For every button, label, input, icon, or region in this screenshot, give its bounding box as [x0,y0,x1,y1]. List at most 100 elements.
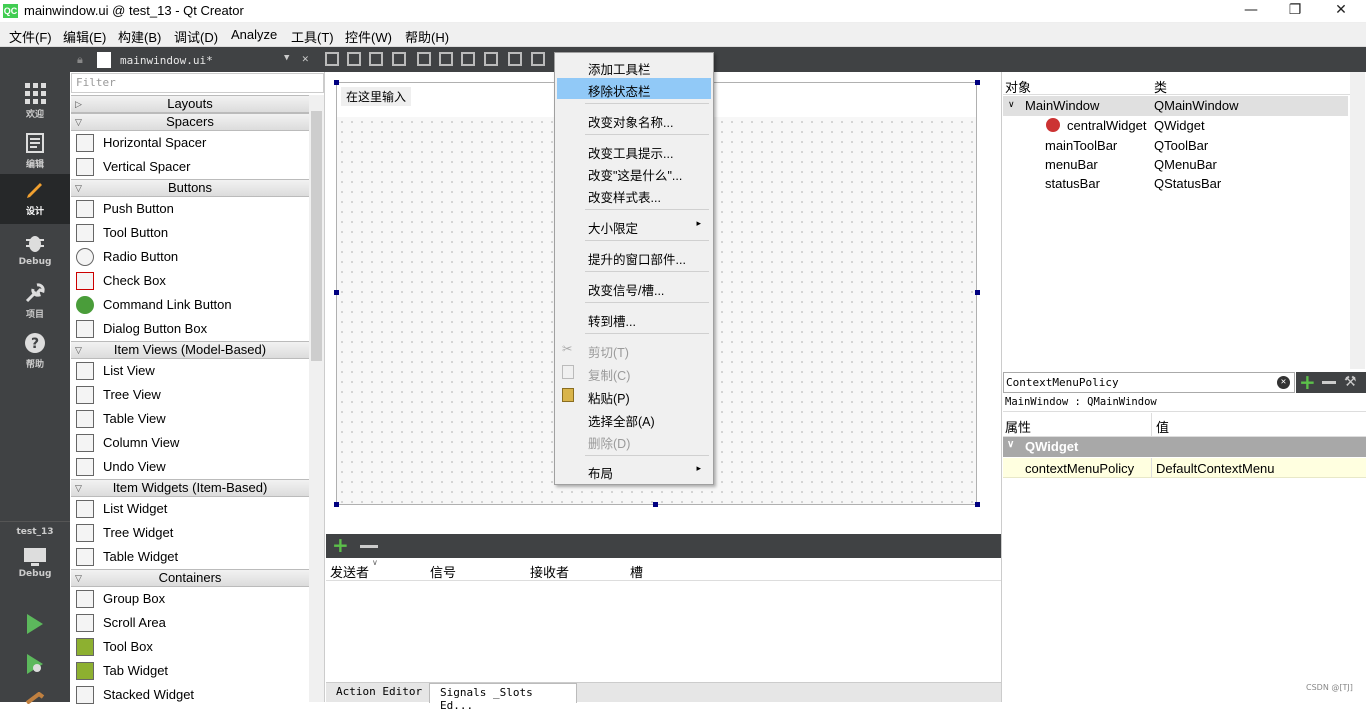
remove-dynamic-property-icon[interactable] [1322,381,1336,384]
object-row-centralwidget[interactable]: centralWidget QWidget [1003,116,1348,136]
category-layouts[interactable]: ▷ Layouts [71,95,309,113]
menu-item-layout[interactable]: 布局 ▸ [557,460,711,481]
menu-item-size-constraints[interactable]: 大小限定 ▸ [557,215,711,236]
property-section-qwidget[interactable]: ∨ QWidget [1003,437,1366,457]
minimize-button[interactable]: — [1240,2,1262,18]
widget-box-scrollbar[interactable] [309,95,324,702]
edit-buddies-icon[interactable] [369,52,383,66]
chevron-down-icon[interactable]: ▼ [284,53,289,63]
property-filter-input[interactable]: ContextMenuPolicy ✕ [1003,372,1295,393]
widget-item-tool-box[interactable]: Tool Box [71,635,309,659]
menu-item-go-to-slot[interactable]: 转到槽... [557,308,711,329]
widget-item-command-link-button[interactable]: Command Link Button [71,293,309,317]
debug-run-button[interactable] [0,647,70,687]
object-row-statusbar[interactable]: statusBar QStatusBar [1003,174,1348,194]
menu-file[interactable]: 文件(F) [9,27,52,46]
header-object[interactable]: 对象 [1005,77,1031,96]
layout-h-splitter-icon[interactable] [461,52,475,66]
clear-filter-icon[interactable]: ✕ [1277,376,1290,389]
menu-item-promoted-widgets[interactable]: 提升的窗口部件... [557,246,711,267]
category-item-widgets[interactable]: ▽ Item Widgets (Item-Based) [71,479,309,497]
menu-build[interactable]: 构建(B) [118,27,161,46]
edit-widgets-icon[interactable] [325,52,339,66]
widget-item-horizontal-spacer[interactable]: Horizontal Spacer [71,131,309,155]
widget-item-column-view[interactable]: Column View [71,431,309,455]
object-inspector-scrollbar[interactable] [1350,72,1365,369]
remove-connection-icon[interactable] [360,545,378,548]
category-buttons[interactable]: ▽ Buttons [71,179,309,197]
header-property[interactable]: 属性 [1005,417,1031,436]
menu-item-add-toolbar[interactable]: 添加工具栏 [557,56,711,77]
resize-handle[interactable] [975,290,980,295]
layout-form-icon[interactable] [508,52,522,66]
add-dynamic-property-icon[interactable]: + [1299,370,1316,394]
menu-item-paste[interactable]: 粘贴(P) [557,385,711,406]
category-containers[interactable]: ▽ Containers [71,569,309,587]
menu-edit[interactable]: 编辑(E) [63,27,106,46]
menu-controls[interactable]: 控件(W) [345,27,392,46]
widget-item-radio-button[interactable]: Radio Button [71,245,309,269]
menu-item-copy[interactable]: 复制(C) [557,362,711,383]
menu-debug[interactable]: 调试(D) [174,27,218,46]
resize-handle[interactable] [334,502,339,507]
menu-item-change-stylesheet[interactable]: 改变样式表... [557,184,711,205]
wrench-icon[interactable]: ⚒ [1344,374,1357,390]
expand-arrow-icon[interactable]: ∨ [1008,99,1015,110]
widget-item-dialog-button-box[interactable]: Dialog Button Box [71,317,309,341]
menu-item-remove-statusbar[interactable]: 移除状态栏 [557,78,711,99]
menu-item-change-signals-slots[interactable]: 改变信号/槽... [557,277,711,298]
property-value[interactable]: DefaultContextMenu [1156,461,1275,476]
build-button[interactable] [0,687,70,727]
widget-item-scroll-area[interactable]: Scroll Area [71,611,309,635]
mode-welcome[interactable]: 欢迎 [0,77,70,127]
widget-item-tree-view[interactable]: Tree View [71,383,309,407]
category-spacers[interactable]: ▽ Spacers [71,113,309,131]
menu-analyze[interactable]: Analyze [231,27,277,42]
restore-button[interactable]: ❐ [1284,2,1306,18]
scrollbar-thumb[interactable] [311,111,322,361]
widget-item-tool-button[interactable]: Tool Button [71,221,309,245]
add-connection-icon[interactable]: + [332,535,349,555]
kit-selector[interactable]: Debug [0,539,70,589]
widget-filter-input[interactable]: Filter [71,73,324,93]
widget-item-list-view[interactable]: List View [71,359,309,383]
column-receiver[interactable]: 接收者 [530,562,569,581]
menu-help[interactable]: 帮助(H) [405,27,449,46]
resize-handle[interactable] [334,290,339,295]
run-button[interactable] [0,607,70,647]
menu-item-change-whats-this[interactable]: 改变"这是什么"... [557,162,711,183]
menu-item-select-all[interactable]: 选择全部(A) [557,408,711,429]
edit-signals-icon[interactable] [347,52,361,66]
widget-item-vertical-spacer[interactable]: Vertical Spacer [71,155,309,179]
menu-tools[interactable]: 工具(T) [291,27,334,46]
column-slot[interactable]: 槽 [630,562,643,581]
resize-handle[interactable] [975,502,980,507]
document-tab[interactable]: 🔒︎ mainwindow.ui* ▼ ✕ [75,52,325,70]
resize-handle[interactable] [975,80,980,85]
widget-item-list-widget[interactable]: List Widget [71,497,309,521]
widget-item-push-button[interactable]: Push Button [71,197,309,221]
layout-grid-icon[interactable] [531,52,545,66]
layout-horizontal-icon[interactable] [417,52,431,66]
mode-debug[interactable]: Debug [0,227,70,277]
mode-edit[interactable]: 编辑 [0,127,70,177]
header-class[interactable]: 类 [1154,77,1167,96]
menu-item-cut[interactable]: ✂ 剪切(T) [557,339,711,360]
menu-item-delete[interactable]: 删除(D) [557,430,711,451]
object-row-menubar[interactable]: menuBar QMenuBar [1003,155,1348,175]
widget-item-group-box[interactable]: Group Box [71,587,309,611]
mode-projects[interactable]: 项目 [0,277,70,327]
column-signal[interactable]: 信号 [430,562,456,581]
close-button[interactable]: ✕ [1330,2,1352,18]
widget-item-stacked-widget[interactable]: Stacked Widget [71,683,309,707]
object-row-mainwindow[interactable]: ∨ MainWindow QMainWindow [1003,96,1348,116]
object-row-maintoolbar[interactable]: mainToolBar QToolBar [1003,136,1348,156]
edit-tab-order-icon[interactable] [392,52,406,66]
mode-help[interactable]: ? 帮助 [0,327,70,377]
widget-item-tab-widget[interactable]: Tab Widget [71,659,309,683]
menu-item-change-tooltip[interactable]: 改变工具提示... [557,140,711,161]
menu-item-change-object-name[interactable]: 改变对象名称... [557,109,711,130]
close-doc-icon[interactable]: ✕ [302,52,309,65]
mode-design[interactable]: 设计 [0,174,70,224]
layout-v-splitter-icon[interactable] [484,52,498,66]
